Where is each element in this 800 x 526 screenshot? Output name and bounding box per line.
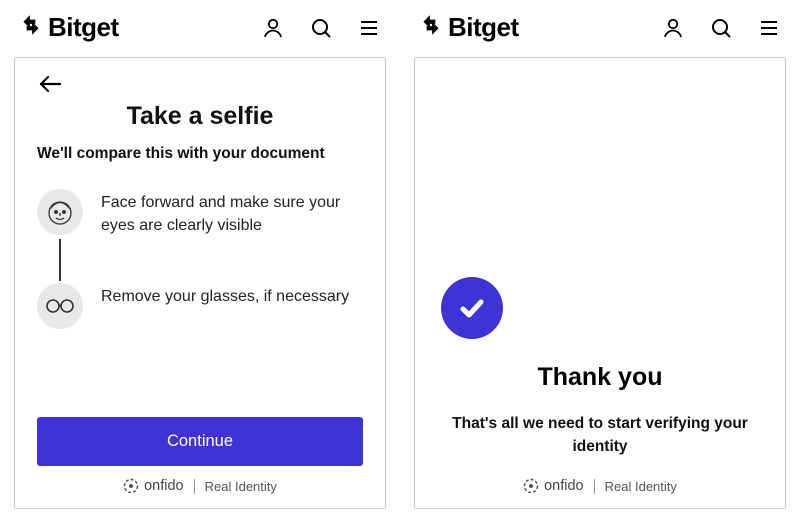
- thank-you-body: Thank you That's all we need to start ve…: [437, 76, 763, 466]
- screen-thank-you: Bitget: [400, 0, 800, 526]
- panel-footer: onfido Real Identity: [37, 478, 363, 494]
- footer-divider: [594, 479, 595, 494]
- brand-logo[interactable]: Bitget: [18, 12, 119, 43]
- panel-subtitle: We'll compare this with your document: [37, 145, 363, 163]
- onfido-logo-icon: [123, 478, 139, 494]
- tip-row: Remove your glasses, if necessary: [37, 283, 363, 329]
- onfido-logo-icon: [523, 478, 539, 494]
- panel-title: Thank you: [437, 363, 763, 392]
- brand-name: Bitget: [48, 12, 119, 43]
- provider-name: onfido: [544, 478, 584, 494]
- panel-title: Take a selfie: [37, 102, 363, 131]
- tip-text: Remove your glasses, if necessary: [101, 283, 349, 308]
- face-icon: [37, 189, 83, 235]
- success-check-icon: [441, 277, 503, 339]
- footer-divider: [194, 479, 195, 494]
- provider-brand: onfido: [523, 478, 584, 494]
- screen-selfie-instructions: Bitget: [0, 0, 400, 526]
- panel-subtitle: That's all we need to start verifying yo…: [437, 412, 763, 459]
- brand-arrows-icon: [418, 12, 444, 43]
- search-icon[interactable]: [708, 15, 734, 41]
- menu-icon[interactable]: [356, 15, 382, 41]
- account-icon[interactable]: [660, 15, 686, 41]
- topbar: Bitget: [0, 0, 400, 51]
- verification-panel: Take a selfie We'll compare this with yo…: [14, 57, 386, 509]
- provider-name: onfido: [144, 478, 184, 494]
- panel-footer: onfido Real Identity: [437, 478, 763, 494]
- provider-tagline: Real Identity: [205, 479, 277, 494]
- tip-connector: [59, 239, 61, 281]
- provider-brand: onfido: [123, 478, 184, 494]
- topbar: Bitget: [400, 0, 800, 51]
- tip-row: Face forward and make sure your eyes are…: [37, 189, 363, 237]
- continue-button[interactable]: Continue: [37, 417, 363, 466]
- provider-tagline: Real Identity: [605, 479, 677, 494]
- tips-list: Face forward and make sure your eyes are…: [37, 189, 363, 411]
- glasses-icon: [37, 283, 83, 329]
- brand-name: Bitget: [448, 12, 519, 43]
- brand-arrows-icon: [18, 12, 44, 43]
- back-button[interactable]: [37, 74, 65, 96]
- top-actions: [260, 15, 382, 41]
- brand-logo[interactable]: Bitget: [418, 12, 519, 43]
- search-icon[interactable]: [308, 15, 334, 41]
- verification-panel: Thank you That's all we need to start ve…: [414, 57, 786, 509]
- tip-text: Face forward and make sure your eyes are…: [101, 189, 363, 237]
- menu-icon[interactable]: [756, 15, 782, 41]
- top-actions: [660, 15, 782, 41]
- account-icon[interactable]: [260, 15, 286, 41]
